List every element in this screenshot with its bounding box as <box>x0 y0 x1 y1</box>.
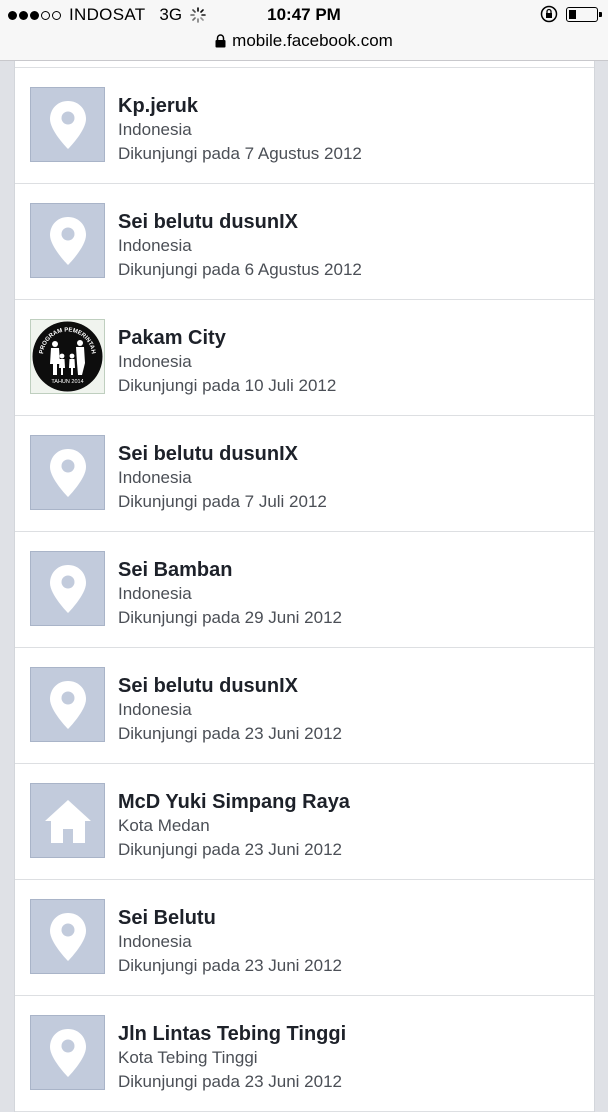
place-location: Indonesia <box>118 468 192 487</box>
place-location: Kota Tebing Tinggi <box>118 1048 258 1067</box>
place-text: Sei belutu dusunIX Indonesia Dikunjungi pa… <box>118 210 362 282</box>
place-text: Sei Belutu Indonesia Dikunjungi pada 23 Ju… <box>118 906 342 978</box>
place-thumbnail[interactable] <box>30 203 105 278</box>
place-list-item[interactable]: Kp.jeruk Indonesia Dikunjungi pada 7 Agust… <box>15 68 594 184</box>
place-list-item[interactable]: McD Yuki Simpang Raya Kota Medan Dikunjung… <box>15 764 594 880</box>
place-name-link[interactable]: Kp.jeruk <box>118 94 362 118</box>
svg-text:TAHUN 2014: TAHUN 2014 <box>51 379 83 385</box>
padlock-icon <box>215 34 226 48</box>
url-bar[interactable]: mobile.facebook.com <box>0 30 608 52</box>
list-top-divider <box>15 60 594 68</box>
place-thumbnail[interactable] <box>30 1015 105 1090</box>
place-text: Jln Lintas Tebing Tinggi Kota Tebing Ting… <box>118 1022 346 1094</box>
place-location: Indonesia <box>118 120 192 139</box>
browser-top-bar: INDOSAT 3G 10:47 PM mobile.facebook.com <box>0 0 608 61</box>
place-name-link[interactable]: Pakam City <box>118 326 336 350</box>
map-pin-icon <box>49 564 86 613</box>
visit-date: Dikunjungi pada 23 Juni 2012 <box>118 956 343 975</box>
place-name-link[interactable]: Sei belutu dusunIX <box>118 674 342 698</box>
battery-icon <box>566 6 602 22</box>
place-location: Indonesia <box>118 236 192 255</box>
place-list-item[interactable]: Sei Bamban Indonesia Dikunjungi pada 29 Ju… <box>15 532 594 648</box>
place-thumbnail[interactable] <box>30 783 105 858</box>
place-list-item[interactable]: Sei belutu dusunIX Indonesia Dikunjungi pa… <box>15 416 594 532</box>
place-text: Pakam City Indonesia Dikunjungi pada 10 Ju… <box>118 326 336 398</box>
place-list-item[interactable]: PROGRAM PEMERINTAH TAHUN 2014 Pakam City… <box>15 300 594 416</box>
place-location: Indonesia <box>118 352 192 371</box>
place-text: Sei Bamban Indonesia Dikunjungi pada 29 Ju… <box>118 558 342 630</box>
status-bar: INDOSAT 3G 10:47 PM <box>0 0 608 30</box>
map-pin-icon <box>49 100 86 149</box>
place-list-item[interactable]: Sei belutu dusunIX Indonesia Dikunjungi pa… <box>15 184 594 300</box>
place-text: Kp.jeruk Indonesia Dikunjungi pada 7 Agust… <box>118 94 362 166</box>
place-text: McD Yuki Simpang Raya Kota Medan Dikunjung… <box>118 790 350 862</box>
visit-date: Dikunjungi pada 23 Juni 2012 <box>118 840 343 859</box>
place-name-link[interactable]: Sei belutu dusunIX <box>118 442 327 466</box>
visit-date: Dikunjungi pada 10 Juli 2012 <box>118 376 337 395</box>
map-pin-icon <box>49 680 86 729</box>
place-name-link[interactable]: McD Yuki Simpang Raya <box>118 790 350 814</box>
visit-date: Dikunjungi pada 7 Juli 2012 <box>118 492 327 511</box>
visit-date: Dikunjungi pada 23 Juni 2012 <box>118 1072 343 1091</box>
clock: 10:47 PM <box>267 5 341 24</box>
visit-date: Dikunjungi pada 7 Agustus 2012 <box>118 144 362 163</box>
place-thumbnail[interactable] <box>30 667 105 742</box>
place-name-link[interactable]: Sei Belutu <box>118 906 342 930</box>
url-text: mobile.facebook.com <box>232 31 393 50</box>
place-text: Sei belutu dusunIX Indonesia Dikunjungi pa… <box>118 442 327 514</box>
place-list-item[interactable]: Sei belutu dusunIX Indonesia Dikunjungi pa… <box>15 648 594 764</box>
place-name-link[interactable]: Jln Lintas Tebing Tinggi <box>118 1022 346 1046</box>
place-text: Sei belutu dusunIX Indonesia Dikunjungi pa… <box>118 674 342 746</box>
place-location: Indonesia <box>118 584 192 603</box>
places-list: Kp.jeruk Indonesia Dikunjungi pada 7 Agust… <box>14 60 595 1112</box>
place-name-link[interactable]: Sei Bamban <box>118 558 342 582</box>
map-pin-icon <box>49 448 86 497</box>
place-location: Indonesia <box>118 700 192 719</box>
visit-date: Dikunjungi pada 23 Juni 2012 <box>118 724 343 743</box>
map-pin-icon <box>49 1028 86 1077</box>
visit-date: Dikunjungi pada 29 Juni 2012 <box>118 608 343 627</box>
place-thumbnail[interactable] <box>30 551 105 626</box>
place-photo: PROGRAM PEMERINTAH TAHUN 2014 <box>32 321 103 392</box>
place-name-link[interactable]: Sei belutu dusunIX <box>118 210 362 234</box>
place-location: Indonesia <box>118 932 192 951</box>
place-thumbnail[interactable] <box>30 87 105 162</box>
visit-date: Dikunjungi pada 6 Agustus 2012 <box>118 260 362 279</box>
place-location: Kota Medan <box>118 816 210 835</box>
place-thumbnail[interactable] <box>30 899 105 974</box>
house-icon <box>44 799 91 843</box>
place-list-item[interactable]: Jln Lintas Tebing Tinggi Kota Tebing Ting… <box>15 996 594 1112</box>
map-pin-icon <box>49 216 86 265</box>
place-thumbnail[interactable]: PROGRAM PEMERINTAH TAHUN 2014 <box>30 319 105 394</box>
place-list-item[interactable]: Sei Belutu Indonesia Dikunjungi pada 23 Ju… <box>15 880 594 996</box>
orientation-lock-icon <box>540 5 558 23</box>
place-thumbnail[interactable] <box>30 435 105 510</box>
map-pin-icon <box>49 912 86 961</box>
